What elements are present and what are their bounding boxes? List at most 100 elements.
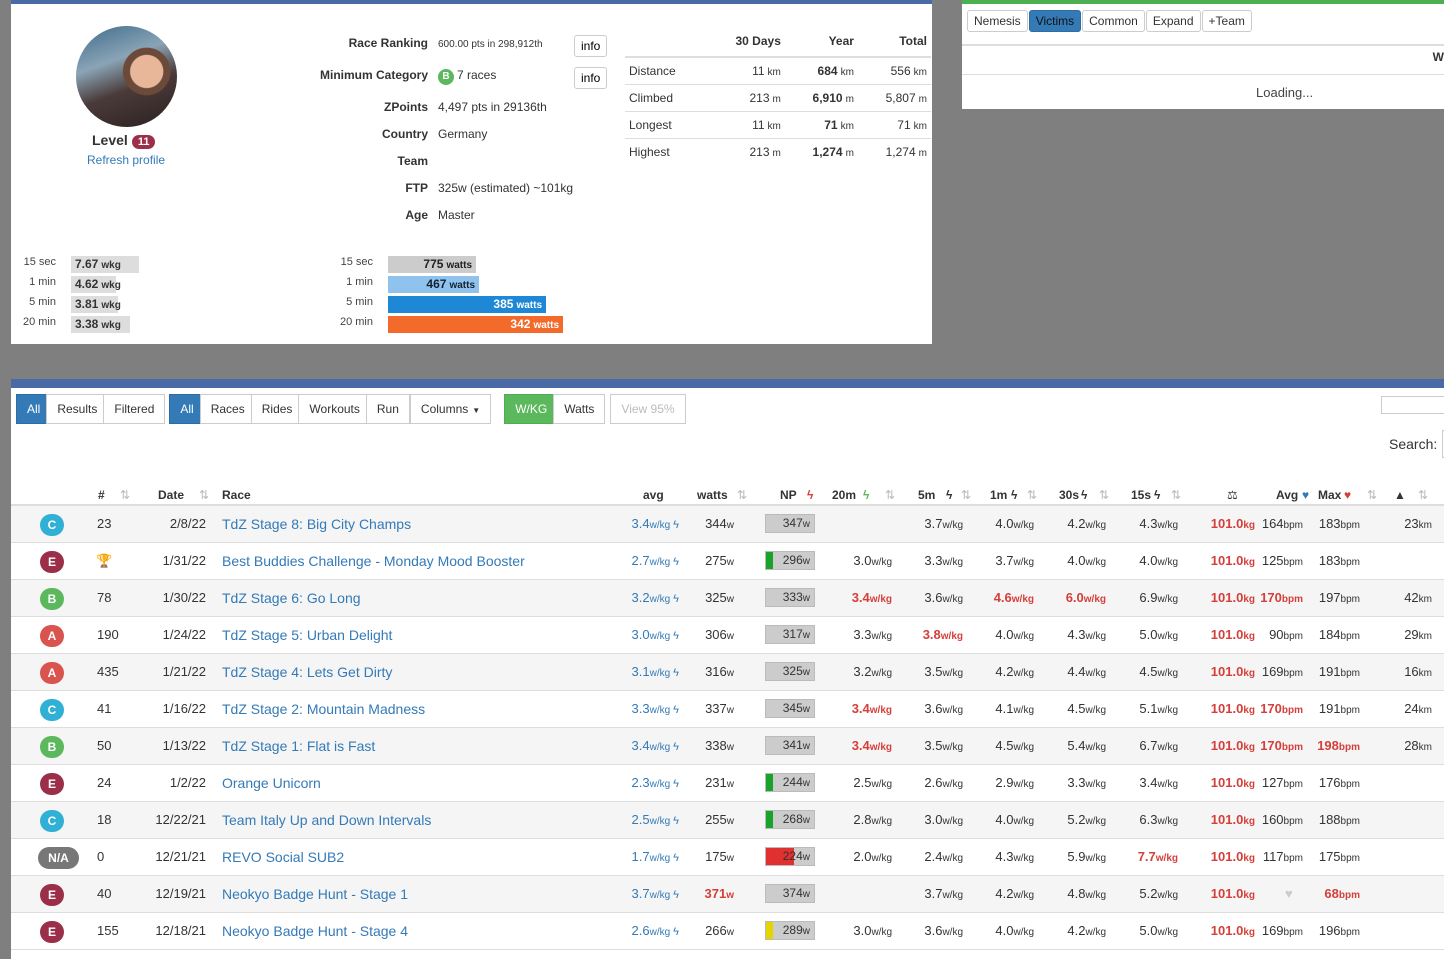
type-rides-button[interactable]: Rides (250, 394, 304, 424)
race-link[interactable]: Neokyo Badge Hunt - Stage 1 (222, 886, 408, 902)
sort-icon[interactable]: ⇅ (1027, 488, 1037, 502)
stats-number: 71 (824, 118, 838, 132)
sort-icon[interactable]: ⇅ (1418, 488, 1428, 502)
race-link[interactable]: Neokyo Badge Hunt - Stage 4 (222, 923, 408, 939)
table-row[interactable]: N/A 0 12/21/21 REVO Social SUB2 1.7w/kg ϟ 175w… (11, 839, 1444, 876)
sort-icon[interactable]: ⇅ (885, 488, 895, 502)
table-row[interactable]: E 155 12/18/21 Neokyo Badge Hunt - Stage 4 2… (11, 913, 1444, 950)
header-max_hr[interactable]: Max (1318, 488, 1341, 502)
table-row[interactable]: E 24 1/2/22 Orange Unicorn 2.3w/kg ϟ 231w 244w 2… (11, 765, 1444, 802)
header-date[interactable]: Date (158, 488, 184, 502)
max-value: 184 (1318, 627, 1341, 642)
np-cell: 317w (765, 625, 815, 644)
type-run-button[interactable]: Run (365, 394, 410, 424)
sort-icon[interactable]: ⇅ (961, 488, 971, 502)
type-workouts-button[interactable]: Workouts (298, 394, 371, 424)
kg-value: 101.0 (1210, 516, 1244, 531)
table-row[interactable]: B 78 1/30/22 TdZ Stage 6: Go Long 3.2w/kg ϟ 32… (11, 580, 1444, 617)
rank-cell: 23 (97, 516, 112, 531)
victims-tab-expand[interactable]: Expand (1145, 10, 1201, 32)
header-s15[interactable]: 15s (1131, 488, 1151, 502)
unit-watts-button[interactable]: Watts (553, 394, 606, 424)
search-input-top[interactable] (1381, 396, 1444, 414)
header-m20[interactable]: 20m (832, 488, 856, 502)
sort-icon[interactable]: ⇅ (1171, 488, 1181, 502)
s30-value: 4.2 (1067, 516, 1086, 531)
s15-value: 5.1 (1139, 701, 1158, 716)
s30-unit: w/kg (1085, 890, 1106, 901)
kg-cell: 101.0kg (1211, 886, 1255, 901)
table-row[interactable]: E 🏆 1/31/22 Best Buddies Challenge - Monday… (11, 543, 1444, 580)
table-row[interactable]: C 18 12/22/21 Team Italy Up and Down Interv… (11, 802, 1444, 839)
type-races-button[interactable]: Races (199, 394, 256, 424)
np-cell: 347w (765, 514, 815, 533)
header-s30[interactable]: 30s (1059, 488, 1079, 502)
header-avg_hr[interactable]: Avg (1276, 488, 1298, 502)
header-avg[interactable]: avg (643, 488, 664, 502)
avg-cell: 1.7w/kg ϟ (632, 849, 679, 864)
victims-tab-team[interactable]: +Team (1201, 10, 1252, 32)
race-ranking-info-button[interactable]: info (574, 35, 608, 57)
victims-tab-victims[interactable]: Victims (1028, 10, 1082, 32)
view95-button[interactable]: View 95% (610, 394, 686, 424)
race-link[interactable]: REVO Social SUB2 (222, 849, 344, 865)
sort-icon[interactable]: ⇅ (1367, 488, 1377, 502)
sort-icon[interactable]: ⇅ (737, 488, 747, 502)
race-link[interactable]: TdZ Stage 5: Urban Delight (222, 627, 392, 643)
race-link[interactable]: TdZ Stage 8: Big City Champs (222, 516, 411, 532)
races-panel: All Results Filtered All Races Rides Workouts R… (11, 379, 1444, 959)
bolt-icon: ϟ (673, 593, 679, 605)
columns-dropdown[interactable]: Columns ▼ (409, 394, 492, 424)
header-watts[interactable]: watts (697, 488, 728, 502)
race-link[interactable]: Orange Unicorn (222, 775, 321, 791)
race-link[interactable]: Team Italy Up and Down Intervals (222, 812, 431, 828)
heart-icon: ♥ (1302, 488, 1310, 502)
sort-icon[interactable]: ⇅ (120, 488, 130, 502)
unit-wkg-button[interactable]: W/KG (504, 394, 559, 424)
table-row[interactable]: A 190 1/24/22 TdZ Stage 5: Urban Delight 3.0… (11, 617, 1444, 654)
watts-value: 266 (705, 923, 727, 938)
table-row[interactable]: C 23 2/8/22 TdZ Stage 8: Big City Champs 3.4… (11, 506, 1444, 543)
filter-filtered-button[interactable]: Filtered (103, 394, 166, 424)
table-row[interactable]: B 50 1/13/22 TdZ Stage 1: Flat is Fast 3.4w/… (11, 728, 1444, 765)
race-link[interactable]: TdZ Stage 6: Go Long (222, 590, 361, 606)
m1-cell: 4.0w/kg (995, 627, 1034, 642)
watts-value: 316 (705, 664, 727, 679)
hr-value: 90 (1269, 627, 1284, 642)
header-rank[interactable]: # (98, 488, 105, 502)
table-row[interactable]: E 40 12/19/21 Neokyo Badge Hunt - Stage 1 3.… (11, 876, 1444, 913)
hr-cell: 170bpm (1260, 701, 1303, 716)
header-np[interactable]: NP (780, 488, 797, 502)
race-link[interactable]: Best Buddies Challenge - Monday Mood Boo… (222, 553, 525, 569)
header-race[interactable]: Race (222, 488, 251, 502)
refresh-profile-link[interactable]: Refresh profile (87, 153, 165, 167)
watts-cell: 266w (705, 923, 734, 938)
victims-tab-nemesis[interactable]: Nemesis (967, 10, 1028, 32)
max-cell: 197bpm (1319, 590, 1360, 605)
table-row[interactable]: C 41 1/16/22 TdZ Stage 2: Mountain Madness 3… (11, 691, 1444, 728)
watt-bar-label: 20 min (339, 316, 373, 328)
m1-cell: 3.7w/kg (995, 553, 1034, 568)
table-row[interactable]: A 435 1/21/22 TdZ Stage 4: Lets Get Dirty 3.… (11, 654, 1444, 691)
np-value: 374 (782, 886, 803, 900)
watts-cell: 275w (705, 553, 734, 568)
race-link[interactable]: TdZ Stage 4: Lets Get Dirty (222, 664, 392, 680)
race-link[interactable]: TdZ Stage 2: Mountain Madness (222, 701, 425, 717)
s30-cell: 4.5w/kg (1067, 701, 1106, 716)
race-link[interactable]: TdZ Stage 1: Flat is Fast (222, 738, 375, 754)
victims-tab-common[interactable]: Common (1082, 10, 1145, 32)
s30-value: 5.9 (1067, 849, 1086, 864)
stats-unit: km (913, 67, 927, 78)
profile-field: FTP 325w (estimated) ~101kg (271, 181, 771, 199)
header-m5[interactable]: 5m (918, 488, 935, 502)
m5-cell: 2.6w/kg (924, 775, 963, 790)
header-m1[interactable]: 1m (990, 488, 1007, 502)
sort-icon[interactable]: ⇅ (199, 488, 209, 502)
watts-cell: 337w (705, 701, 734, 716)
date-cell: 1/2/22 (169, 775, 206, 790)
sort-icon[interactable]: ⇅ (1099, 488, 1109, 502)
filter-results-button[interactable]: Results (46, 394, 109, 424)
min-category-info-button[interactable]: info (574, 67, 608, 89)
watts-cell: 325w (705, 590, 734, 605)
rank-cell: 155 (97, 923, 119, 938)
